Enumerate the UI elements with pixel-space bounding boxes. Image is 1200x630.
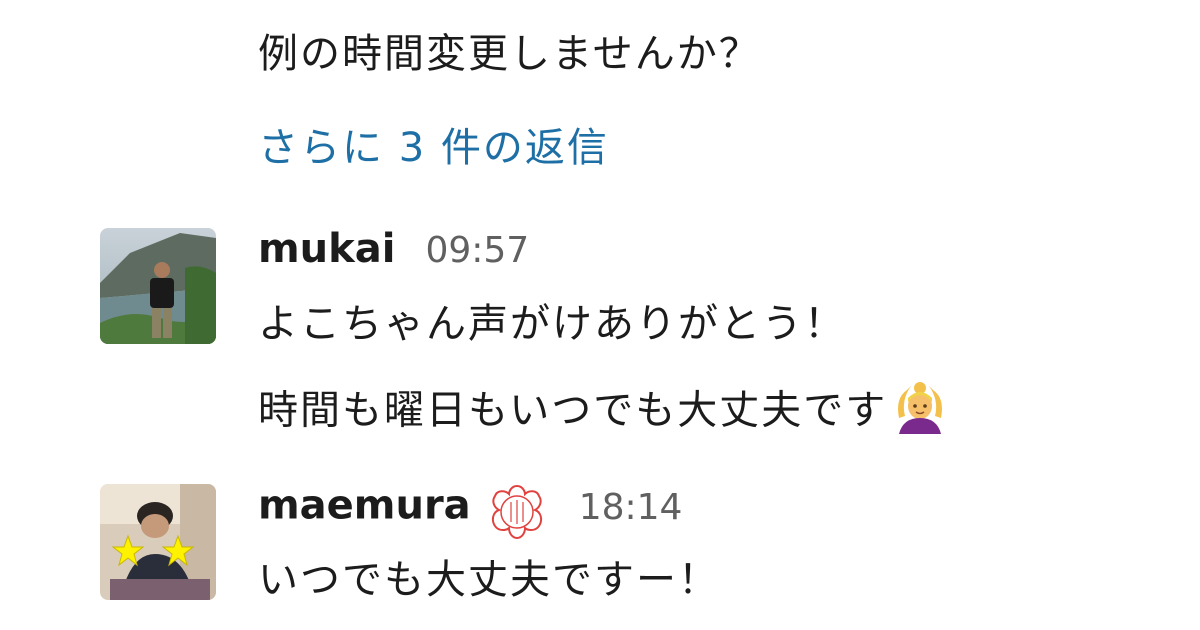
person-gesturing-ok-emoji (891, 380, 949, 445)
timestamp-mukai[interactable]: 09:57 (425, 230, 529, 271)
message-header-mukai: mukai 09:57 (258, 226, 529, 272)
avatar-maemura[interactable] (100, 484, 216, 600)
message-text-line-2-text: 時間も曜日もいつでも大丈夫です (258, 387, 888, 434)
sakura-stamp-icon (485, 482, 549, 546)
author-name-maemura[interactable]: maemura (258, 483, 471, 529)
author-name-mukai[interactable]: mukai (258, 226, 395, 272)
avatar-mukai[interactable] (100, 228, 216, 344)
prev-message-line: 例の時間変更しませんか？ (258, 31, 761, 77)
message-header-maemura: maemura 18:14 (258, 482, 682, 546)
message-text-line-2: 時間も曜日もいつでも大丈夫です (258, 380, 949, 445)
message-text-line-1: よこちゃん声がけありがとう！ (258, 301, 846, 347)
more-replies-link[interactable]: さらに 3 件の返信 (258, 124, 609, 172)
avatar-photo-mukai (100, 228, 216, 344)
avatar-photo-maemura (100, 484, 216, 600)
message-text-maemura: いつでも大丈夫ですー！ (258, 557, 720, 603)
timestamp-maemura[interactable]: 18:14 (579, 487, 683, 528)
